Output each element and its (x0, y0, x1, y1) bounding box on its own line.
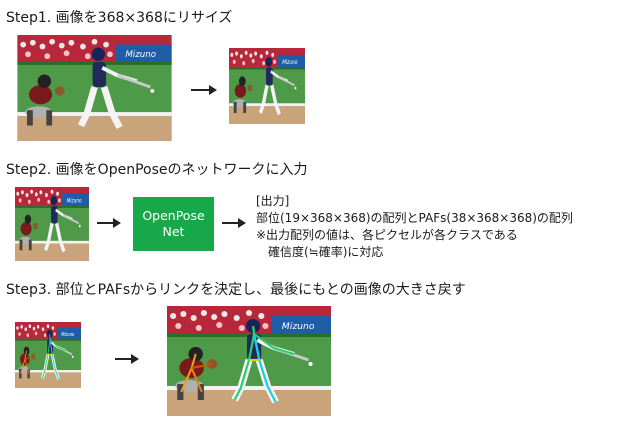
pose-result-photo (167, 306, 331, 416)
output-line3: 確信度(≒確率)に対応 (268, 245, 384, 259)
step1-title: Step1. 画像を368×368にリサイズ (6, 10, 233, 26)
pose-small-photo (15, 322, 81, 388)
output-description: [出力] 部位(19×368×368)の配列とPAFs(38×368×368)の… (256, 193, 573, 261)
arrow-right-icon (115, 354, 139, 364)
network-label-line2: Net (162, 224, 185, 239)
network-label-line1: OpenPose (142, 208, 205, 223)
original-photo (15, 35, 174, 141)
resized-photo (229, 48, 305, 124)
input-photo (15, 187, 89, 261)
arrow-right-icon (191, 85, 217, 95)
openpose-net-box: OpenPose Net (133, 197, 214, 251)
step2-title: Step2. 画像をOpenPoseのネットワークに入力 (6, 162, 308, 178)
arrow-right-icon (222, 218, 246, 228)
output-heading: [出力] (256, 194, 290, 208)
output-line2: ※出力配列の値は、各ピクセルが各クラスである (256, 228, 518, 242)
arrow-right-icon (97, 218, 121, 228)
step3-title: Step3. 部位とPAFsからリンクを決定し、最後にもとの画像の大きさ戻す (6, 282, 466, 298)
output-line1: 部位(19×368×368)の配列とPAFs(38×368×368)の配列 (256, 211, 573, 225)
